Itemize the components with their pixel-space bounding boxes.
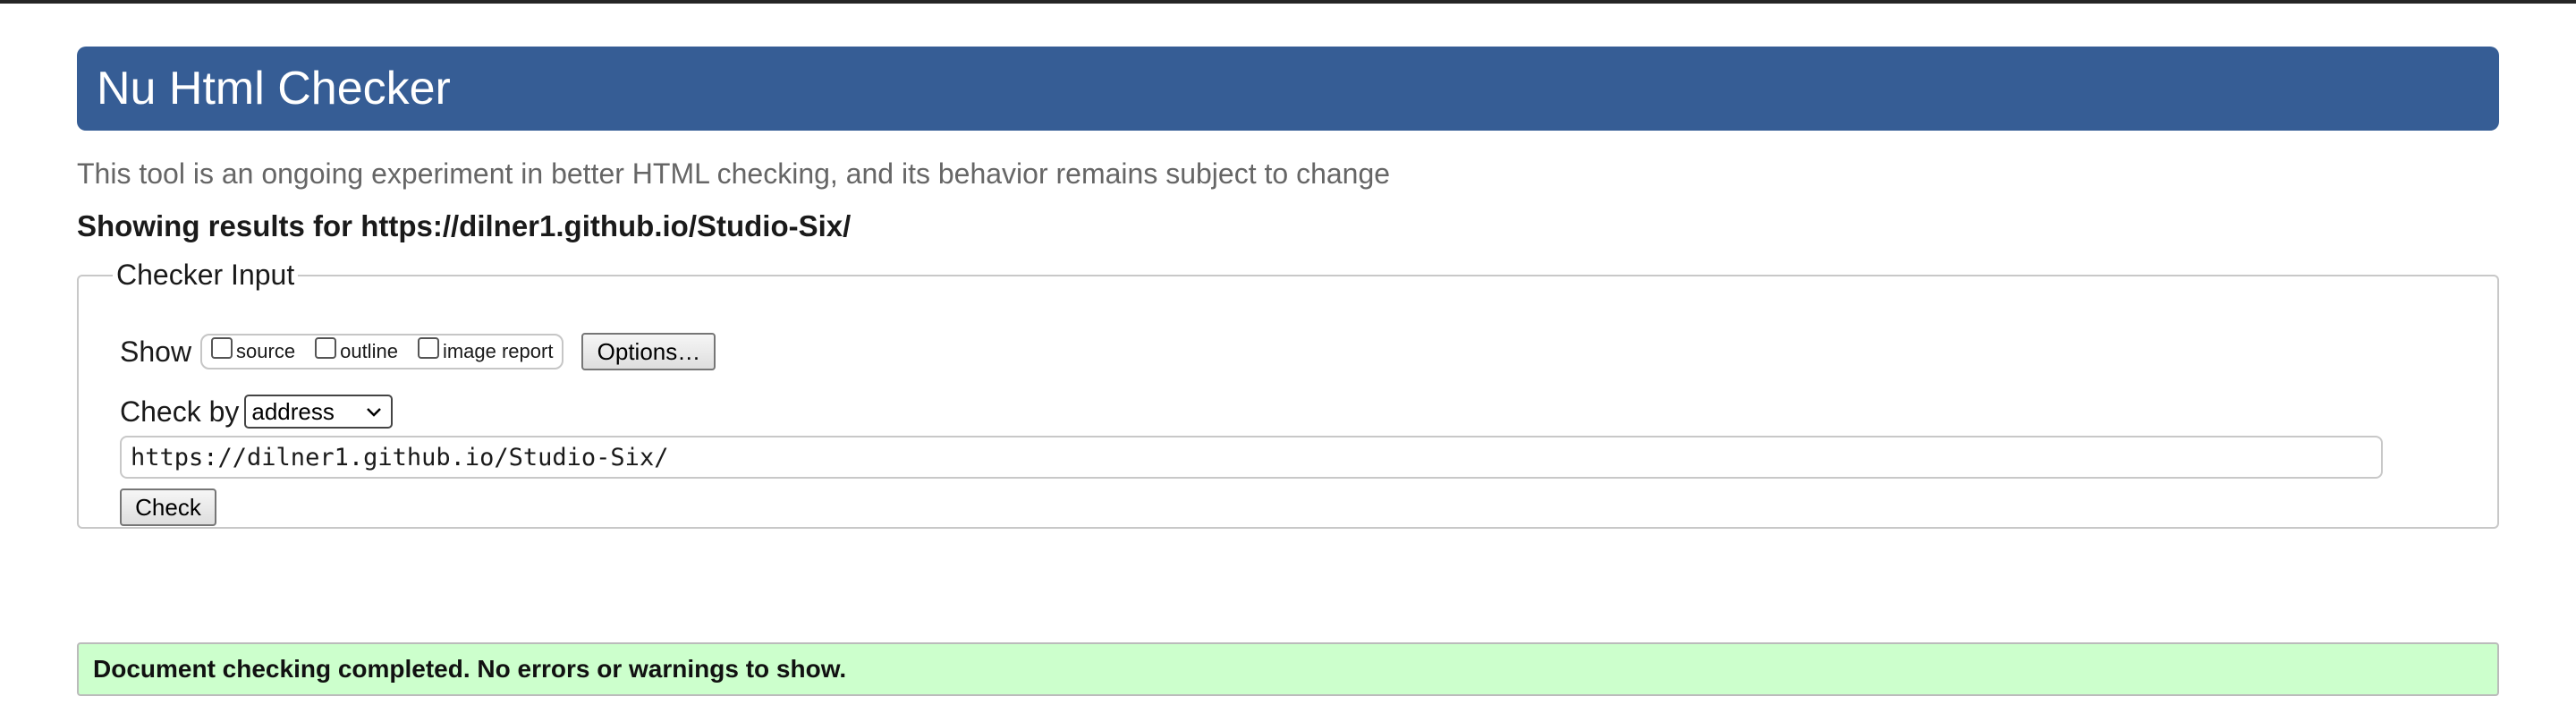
show-label: Show (120, 335, 192, 368)
outline-checkbox[interactable] (315, 337, 337, 359)
outline-label: outline (340, 340, 398, 362)
status-message: Document checking completed. No errors o… (77, 642, 2499, 696)
main-content: Nu Html Checker This tool is an ongoing … (77, 47, 2499, 529)
check-by-select[interactable]: address (244, 395, 394, 429)
source-checkbox[interactable] (211, 337, 233, 359)
url-input[interactable]: https://dilner1.github.io/Studio-Six/ (120, 436, 2383, 479)
show-options-group: source outline image report (200, 334, 564, 369)
page-title: Nu Html Checker (97, 63, 451, 115)
show-image-report-option[interactable]: image report (417, 337, 554, 363)
show-outline-option[interactable]: outline (315, 337, 398, 363)
show-source-option[interactable]: source (211, 337, 296, 363)
top-border-line (0, 0, 2576, 4)
chevron-down-icon (367, 408, 382, 417)
check-by-label: Check by (120, 395, 240, 428)
checker-input-legend: Checker Input (116, 259, 295, 291)
tagline: This tool is an ongoing experiment in be… (77, 157, 1391, 190)
checker-input-fieldset: Checker Input Show source outline image … (77, 259, 2499, 529)
image-report-checkbox[interactable] (417, 337, 439, 359)
results-heading: Showing results for https://dilner1.gith… (77, 209, 852, 242)
check-by-row: Check by address (120, 394, 394, 429)
show-row: Show source outline image report Options… (120, 333, 716, 370)
source-label: source (236, 340, 296, 362)
check-button[interactable]: Check (120, 488, 216, 526)
options-button[interactable]: Options… (581, 333, 716, 370)
page-header: Nu Html Checker (77, 47, 2499, 131)
image-report-label: image report (442, 340, 554, 362)
check-by-selected-value: address (251, 397, 335, 425)
